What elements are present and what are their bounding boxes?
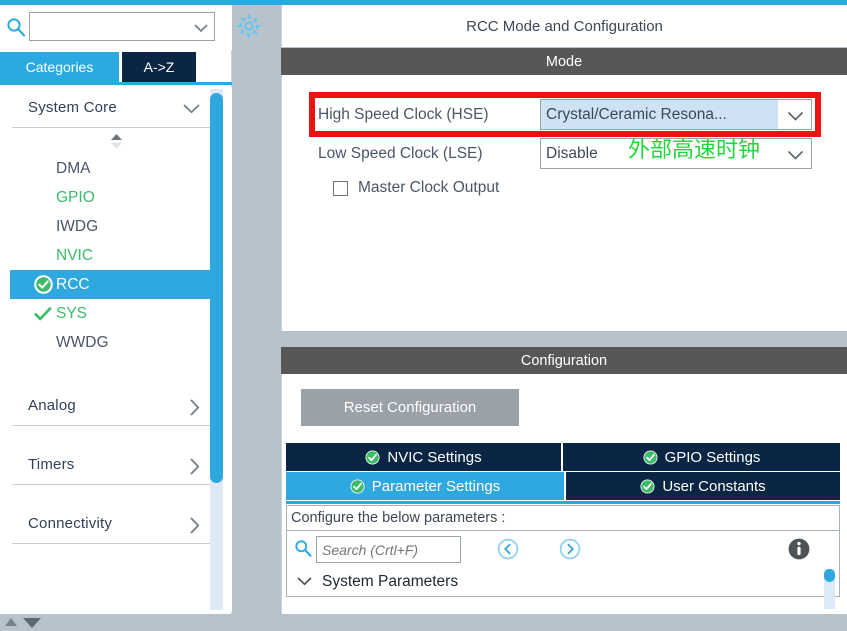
tree-group-analog[interactable]: Analog bbox=[10, 385, 222, 425]
chevron-right-icon bbox=[189, 458, 200, 480]
stm32cubemx-pinout-configuration-view: Categories A->Z System Core DMA GPIO IWD… bbox=[0, 0, 847, 631]
sidebar-search-row bbox=[0, 5, 261, 50]
parameter-search-box[interactable] bbox=[316, 536, 461, 563]
master-clock-output-checkbox[interactable] bbox=[333, 180, 348, 196]
tree-item-wwdg[interactable]: WWDG bbox=[10, 328, 222, 357]
tree-item-label: DMA bbox=[56, 159, 91, 177]
tree-group-connectivity[interactable]: Connectivity bbox=[10, 503, 222, 543]
divider bbox=[12, 543, 212, 544]
master-clock-output-label: Master Clock Output bbox=[358, 179, 500, 196]
tree-item-nvic[interactable]: NVIC bbox=[10, 241, 222, 270]
tree-item-label: NVIC bbox=[56, 246, 94, 264]
chevron-down-icon[interactable] bbox=[194, 21, 208, 33]
tree-item-system-parameters[interactable]: System Parameters bbox=[286, 567, 840, 597]
tab-gpio-settings[interactable]: GPIO Settings bbox=[563, 443, 840, 471]
check-circle-icon bbox=[643, 450, 658, 465]
configuration-section-header: Configuration bbox=[281, 347, 847, 374]
sidebar-tabs: Categories A->Z bbox=[0, 52, 232, 82]
chevron-down-icon[interactable] bbox=[787, 148, 804, 166]
tab-label: User Constants bbox=[662, 477, 766, 495]
tree-item-sys[interactable]: SYS bbox=[10, 299, 222, 328]
tree-sort-toggle[interactable] bbox=[0, 128, 232, 154]
check-circle-icon bbox=[365, 450, 380, 465]
lse-label: Low Speed Clock (LSE) bbox=[318, 144, 483, 162]
chevron-right-icon bbox=[189, 399, 200, 421]
status-icon bbox=[32, 159, 54, 179]
search-input[interactable] bbox=[34, 16, 184, 37]
sidebar-tabs-underline bbox=[0, 82, 232, 85]
tab-label: GPIO Settings bbox=[664, 448, 761, 466]
bottom-scroll-strip[interactable] bbox=[0, 614, 847, 631]
scroll-up-arrow-icon[interactable] bbox=[5, 618, 17, 626]
panel-gap bbox=[281, 331, 847, 347]
tree-group-label: Timers bbox=[28, 455, 75, 473]
circle-left-arrow-icon[interactable] bbox=[497, 538, 519, 565]
parameter-scrollbar-thumb[interactable] bbox=[824, 569, 835, 582]
reset-configuration-button[interactable]: Reset Configuration bbox=[301, 389, 519, 426]
mode-section-header: Mode bbox=[281, 48, 847, 75]
info-icon[interactable] bbox=[787, 537, 811, 566]
mode-section-body: High Speed Clock (HSE) Crystal/Ceramic R… bbox=[281, 75, 847, 331]
tree-item-label: System Parameters bbox=[322, 572, 459, 590]
hse-label: High Speed Clock (HSE) bbox=[318, 105, 489, 123]
tree-item-dma[interactable]: DMA bbox=[10, 154, 222, 183]
configuration-section-body: Reset Configuration NVIC Settings GPIO S… bbox=[281, 374, 847, 614]
hse-row: High Speed Clock (HSE) Crystal/Ceramic R… bbox=[318, 99, 812, 130]
search-icon bbox=[6, 17, 26, 37]
gear-icon[interactable] bbox=[236, 13, 262, 39]
status-icon bbox=[32, 188, 54, 208]
tree-item-iwdg[interactable]: IWDG bbox=[10, 212, 222, 241]
tree-group-label: Connectivity bbox=[28, 514, 113, 532]
peripheral-tree: System Core DMA GPIO IWDG NVIC RCC SYS W… bbox=[0, 87, 232, 612]
tree-group-timers[interactable]: Timers bbox=[10, 444, 222, 484]
page-title: RCC Mode and Configuration bbox=[281, 5, 847, 47]
tab-a-to-z[interactable]: A->Z bbox=[122, 52, 196, 82]
status-icon bbox=[32, 217, 54, 237]
check-icon bbox=[32, 304, 54, 324]
tree-item-label: WWDG bbox=[56, 333, 109, 351]
lse-select-value: Disable bbox=[546, 144, 598, 162]
hse-select-value: Crystal/Ceramic Resona... bbox=[541, 100, 778, 129]
tab-label: Parameter Settings bbox=[371, 477, 501, 495]
tree-item-gpio[interactable]: GPIO bbox=[10, 183, 222, 212]
tree-item-label: IWDG bbox=[56, 217, 99, 235]
tree-item-label: RCC bbox=[56, 275, 90, 293]
chevron-down-icon[interactable] bbox=[297, 573, 312, 591]
tree-item-rcc[interactable]: RCC bbox=[10, 270, 222, 299]
lse-select[interactable]: Disable bbox=[540, 138, 812, 169]
tab-label: NVIC Settings bbox=[387, 448, 482, 466]
tab-user-constants[interactable]: User Constants bbox=[566, 472, 840, 500]
tree-group-label: System Core bbox=[28, 98, 117, 116]
sidebar-search-combo[interactable] bbox=[29, 12, 215, 41]
check-circle-icon bbox=[32, 275, 54, 295]
chevron-right-icon bbox=[189, 517, 200, 539]
peripheral-tree-panel: Categories A->Z System Core DMA GPIO IWD… bbox=[0, 5, 261, 614]
configuration-hint: Configure the below parameters : bbox=[286, 505, 840, 531]
tree-group-label: Analog bbox=[28, 396, 76, 414]
tree-item-label: GPIO bbox=[56, 188, 95, 206]
tab-parameter-settings[interactable]: Parameter Settings bbox=[286, 472, 564, 500]
search-icon bbox=[294, 539, 312, 562]
tree-group-system-core[interactable]: System Core bbox=[10, 87, 222, 127]
tab-categories[interactable]: Categories bbox=[0, 52, 119, 82]
tab-nvic-settings[interactable]: NVIC Settings bbox=[286, 443, 561, 471]
master-clock-output-row[interactable]: Master Clock Output bbox=[333, 179, 499, 197]
circle-right-arrow-icon[interactable] bbox=[559, 538, 581, 565]
parameter-toolbar bbox=[286, 531, 840, 567]
chevron-down-icon bbox=[183, 101, 200, 119]
configuration-tabs-underline bbox=[286, 501, 840, 504]
parameter-search-input[interactable] bbox=[317, 537, 460, 562]
status-icon bbox=[32, 246, 54, 266]
status-icon bbox=[32, 333, 54, 353]
hse-select[interactable]: Crystal/Ceramic Resona... bbox=[540, 99, 812, 130]
configuration-tabs: NVIC Settings GPIO Settings Parameter Se… bbox=[286, 443, 840, 501]
rcc-configuration-panel: RCC Mode and Configuration Mode High Spe… bbox=[281, 5, 847, 614]
tree-item-label: SYS bbox=[56, 304, 88, 322]
scroll-down-arrow-icon[interactable] bbox=[23, 618, 41, 628]
check-circle-icon bbox=[350, 479, 365, 494]
lse-row: Low Speed Clock (LSE) Disable bbox=[318, 138, 812, 169]
sidebar-scrollbar-thumb[interactable] bbox=[210, 93, 223, 483]
chevron-down-icon[interactable] bbox=[787, 109, 804, 127]
check-circle-icon bbox=[640, 479, 655, 494]
